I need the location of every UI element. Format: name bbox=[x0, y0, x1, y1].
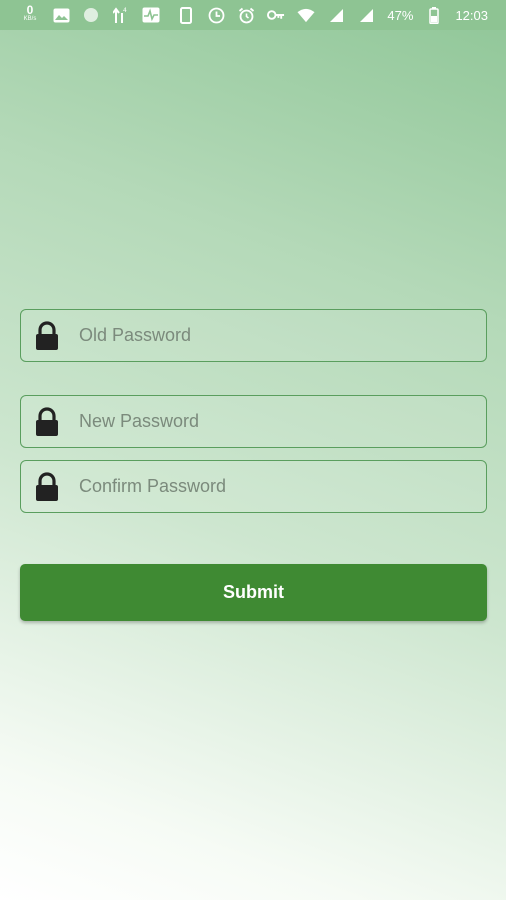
pulse-icon bbox=[142, 6, 160, 24]
battery-icon bbox=[425, 6, 443, 24]
lock-icon bbox=[34, 406, 60, 437]
lock-icon bbox=[34, 320, 60, 351]
signal-arrows-icon: 4 bbox=[112, 6, 130, 24]
old-password-field[interactable] bbox=[20, 309, 487, 362]
svg-text:4: 4 bbox=[123, 7, 127, 14]
status-bar: 0 KB/s 4 47% 12:03 bbox=[0, 0, 506, 30]
sync-icon bbox=[207, 6, 225, 24]
wifi-icon bbox=[297, 6, 315, 24]
new-password-field[interactable] bbox=[20, 395, 487, 448]
phone-icon bbox=[177, 6, 195, 24]
clock-time: 12:03 bbox=[455, 7, 488, 23]
confirm-password-input[interactable] bbox=[79, 461, 486, 512]
status-bar-left: 0 KB/s 4 bbox=[20, 3, 160, 24]
battery-percent: 47% bbox=[387, 7, 414, 23]
signal-icon bbox=[327, 6, 345, 24]
network-speed-unit: KB/s bbox=[23, 16, 37, 22]
new-password-input[interactable] bbox=[79, 396, 486, 447]
status-bar-right: 47% 12:03 bbox=[177, 6, 488, 24]
signal-icon bbox=[357, 6, 375, 24]
network-speed-value: 0 bbox=[26, 3, 34, 17]
confirm-password-field[interactable] bbox=[20, 460, 487, 513]
key-icon bbox=[267, 6, 285, 24]
image-icon bbox=[52, 6, 70, 24]
lock-icon bbox=[34, 471, 60, 502]
old-password-input[interactable] bbox=[79, 310, 486, 361]
alarm-icon bbox=[237, 6, 255, 24]
submit-button[interactable]: Submit bbox=[20, 564, 487, 621]
circle-icon bbox=[82, 6, 100, 24]
network-speed: 0 KB/s bbox=[20, 3, 40, 24]
